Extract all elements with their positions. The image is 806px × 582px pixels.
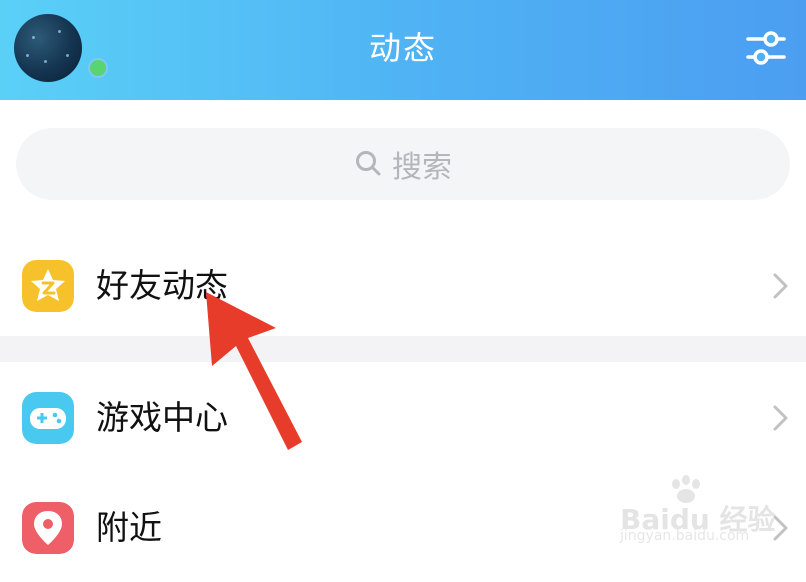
search-bar[interactable]: 搜索 (16, 128, 790, 200)
red-annotation-arrow (206, 292, 302, 450)
top-header: 动态 (0, 0, 806, 100)
baidu-jingyan-watermark: Baidu 经验 jingyan.baidu.com (614, 474, 796, 552)
menu-item-friends-feed[interactable]: 好友动态 (0, 230, 806, 340)
menu-item-label: 附近 (96, 508, 162, 547)
watermark-url: jingyan.baidu.com (620, 528, 750, 544)
menu-item-game-center[interactable]: 游戏中心 (0, 362, 806, 472)
gamepad-icon (22, 392, 74, 444)
friends-feed-star-icon (22, 260, 74, 312)
chevron-right-icon (773, 273, 788, 299)
section-divider (0, 336, 806, 362)
settings-sliders-icon[interactable] (742, 24, 790, 72)
page-title: 动态 (368, 29, 437, 67)
search-icon (356, 151, 381, 176)
chevron-right-icon (773, 405, 788, 431)
search-placeholder: 搜索 (392, 150, 452, 185)
location-pin-icon (22, 502, 74, 554)
